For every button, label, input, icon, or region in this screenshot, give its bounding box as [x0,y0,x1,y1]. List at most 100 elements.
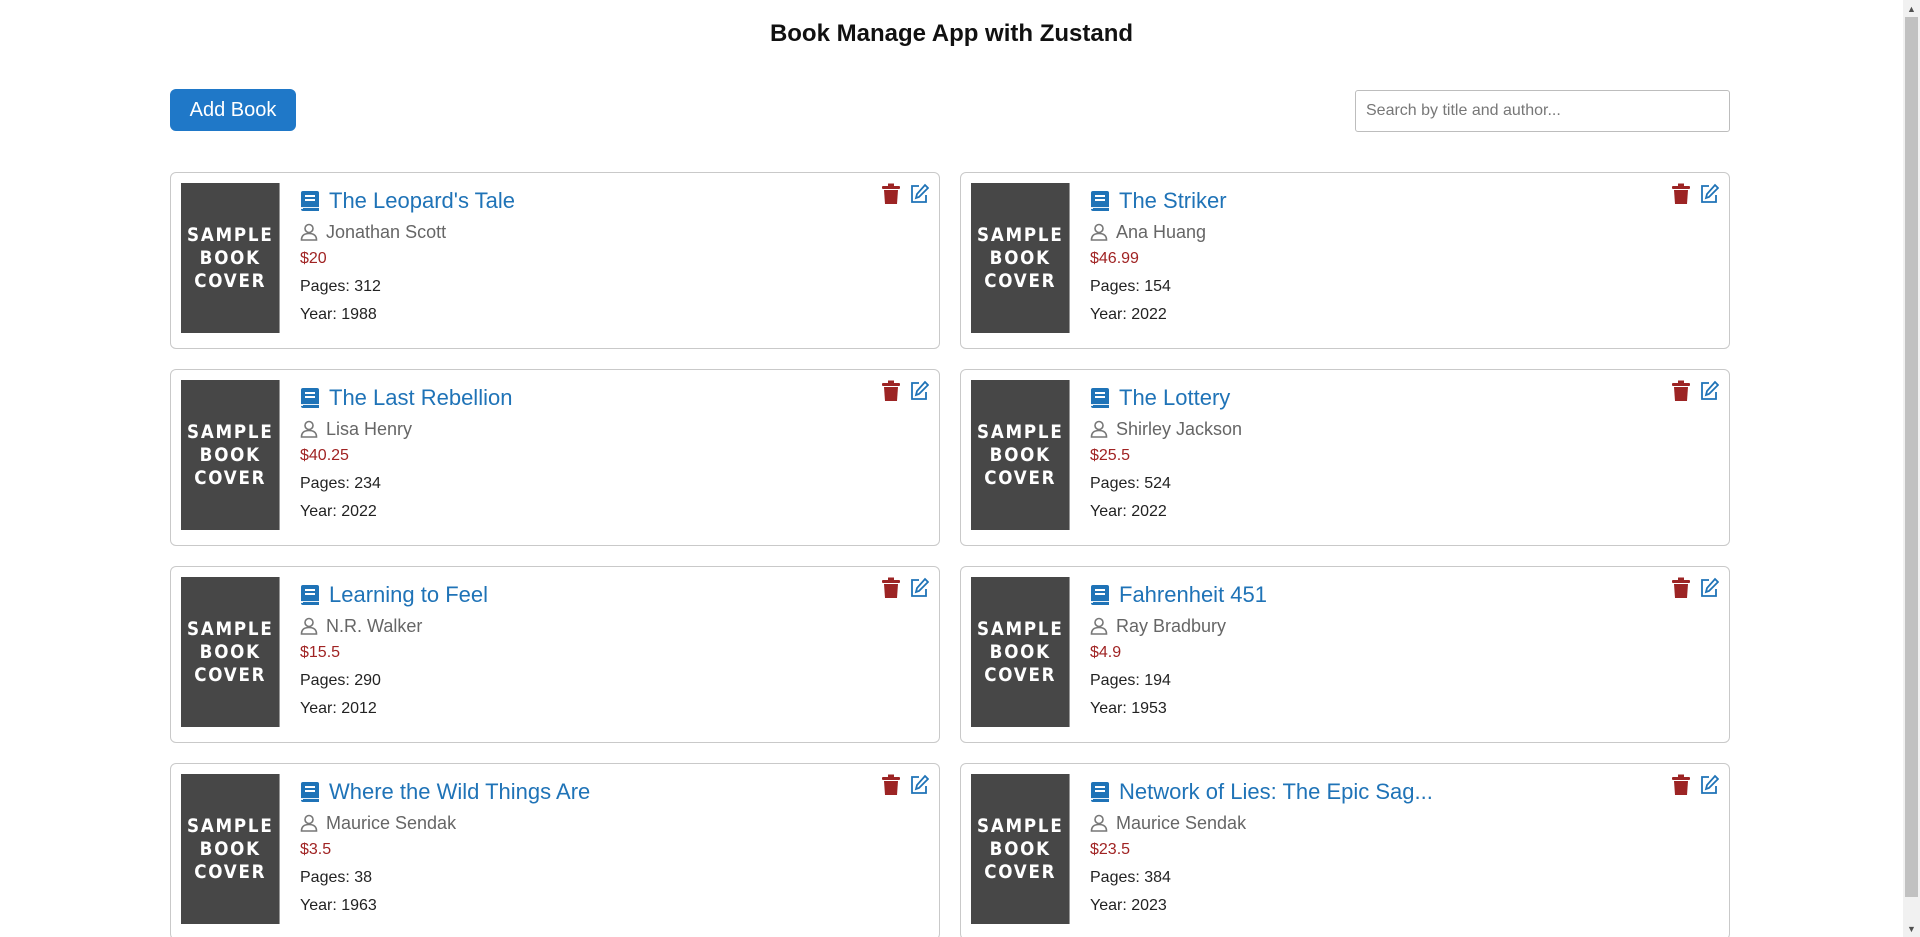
cover-text-line: COVER [984,269,1057,292]
cover-text-line: COVER [194,860,267,883]
trash-icon[interactable] [1671,380,1691,402]
book-title: The Last Rebellion [329,385,513,410]
book-author: Jonathan Scott [326,221,447,242]
book-card: SAMPLE BOOK COVER The Last Rebellion Lisa He… [170,369,940,546]
book-pages: Pages: 194 [1090,672,1171,689]
edit-icon[interactable] [909,577,930,599]
book-icon [1090,387,1110,409]
book-year: Year: 2022 [1090,306,1167,323]
cover-text-line: BOOK [199,837,261,860]
add-book-button[interactable]: Add Book [170,89,296,131]
book-cover-image: SAMPLE BOOK COVER [181,774,280,924]
book-icon [1090,584,1110,606]
edit-icon[interactable] [1699,380,1720,402]
cover-text-line: COVER [984,466,1057,489]
trash-icon[interactable] [1671,577,1691,599]
book-author-row: Ana Huang [1090,219,1227,245]
book-pages: Pages: 154 [1090,278,1171,295]
card-actions [881,774,930,796]
scrollbar-thumb[interactable] [1905,17,1918,897]
edit-icon[interactable] [1699,774,1720,796]
book-year: Year: 2012 [300,700,377,717]
trash-icon[interactable] [1671,183,1691,205]
book-info: Where the Wild Things Are Maurice Sendak $… [300,778,590,920]
toolbar: Add Book [170,89,1730,133]
edit-icon[interactable] [909,774,930,796]
book-price: $3.5 [300,841,332,858]
edit-icon[interactable] [909,183,930,205]
book-title: Learning to Feel [329,582,488,607]
book-title-row: The Striker [1090,187,1227,215]
book-author-row: N.R. Walker [300,613,488,639]
book-icon [1090,190,1110,212]
cover-text-line: BOOK [199,640,261,663]
book-price: $23.5 [1090,841,1131,858]
user-icon [300,814,318,832]
scroll-up-arrow-icon[interactable]: ▲ [1903,0,1920,17]
book-cover-image: SAMPLE BOOK COVER [971,380,1070,530]
book-title-row: Fahrenheit 451 [1090,581,1267,609]
book-author-row: Maurice Sendak [1090,810,1433,836]
cover-text-line: COVER [984,860,1057,883]
cover-text-line: BOOK [199,443,261,466]
card-actions [1671,183,1720,205]
cover-text-line: BOOK [989,443,1051,466]
trash-icon[interactable] [881,577,901,599]
trash-icon[interactable] [1671,774,1691,796]
cover-text-line: BOOK [989,246,1051,269]
book-title: Where the Wild Things Are [329,779,591,804]
cover-text-line: SAMPLE [977,223,1064,246]
book-card: SAMPLE BOOK COVER Fahrenheit 451 Ray Bradbur… [960,566,1730,743]
book-grid: SAMPLE BOOK COVER The Leopard's Tale Jonatha… [170,172,1730,937]
book-pages: Pages: 384 [1090,869,1171,886]
book-author: Ray Bradbury [1116,615,1227,636]
trash-icon[interactable] [881,183,901,205]
book-icon [300,584,320,606]
user-icon [1090,420,1108,438]
trash-icon[interactable] [881,774,901,796]
book-info: Learning to Feel N.R. Walker $15.5 Pages: 2… [300,581,488,723]
search-input[interactable] [1355,90,1730,132]
book-title: The Striker [1119,188,1227,213]
book-author-row: Lisa Henry [300,416,512,442]
book-title: Fahrenheit 451 [1119,582,1267,607]
book-title-row: Network of Lies: The Epic Sag... [1090,778,1433,806]
edit-icon[interactable] [909,380,930,402]
card-actions [1671,774,1720,796]
book-icon [300,190,320,212]
card-actions [1671,380,1720,402]
book-year: Year: 1953 [1090,700,1167,717]
book-pages: Pages: 524 [1090,475,1171,492]
cover-text-line: SAMPLE [187,420,274,443]
book-title: Network of Lies: The Epic Sag... [1119,779,1433,804]
book-title-row: The Lottery [1090,384,1242,412]
book-year: Year: 1963 [300,897,377,914]
book-card: SAMPLE BOOK COVER The Striker Ana Huang $46.9… [960,172,1730,349]
edit-icon[interactable] [1699,577,1720,599]
book-price: $4.9 [1090,644,1122,661]
book-price: $25.5 [1090,447,1131,464]
edit-icon[interactable] [1699,183,1720,205]
book-info: The Last Rebellion Lisa Henry $40.25 Pages:… [300,384,512,526]
scroll-down-arrow-icon[interactable]: ▼ [1903,920,1920,937]
trash-icon[interactable] [881,380,901,402]
book-card: SAMPLE BOOK COVER Network of Lies: The Epic… [960,763,1730,937]
cover-text-line: BOOK [199,246,261,269]
cover-text-line: SAMPLE [977,814,1064,837]
user-icon [300,223,318,241]
book-author: Maurice Sendak [326,812,457,833]
book-card: SAMPLE BOOK COVER The Lottery Shirley Jackso… [960,369,1730,546]
cover-text-line: BOOK [989,837,1051,860]
vertical-scrollbar[interactable]: ▲ ▼ [1903,0,1920,937]
book-card: SAMPLE BOOK COVER Learning to Feel N.R. Walk… [170,566,940,743]
user-icon [1090,223,1108,241]
book-author: Ana Huang [1116,221,1207,242]
book-title-row: Learning to Feel [300,581,488,609]
book-pages: Pages: 312 [300,278,381,295]
book-author: Maurice Sendak [1116,812,1247,833]
book-title-row: The Leopard's Tale [300,187,515,215]
book-title-row: The Last Rebellion [300,384,512,412]
cover-text-line: COVER [194,466,267,489]
user-icon [300,420,318,438]
book-icon [300,781,320,803]
